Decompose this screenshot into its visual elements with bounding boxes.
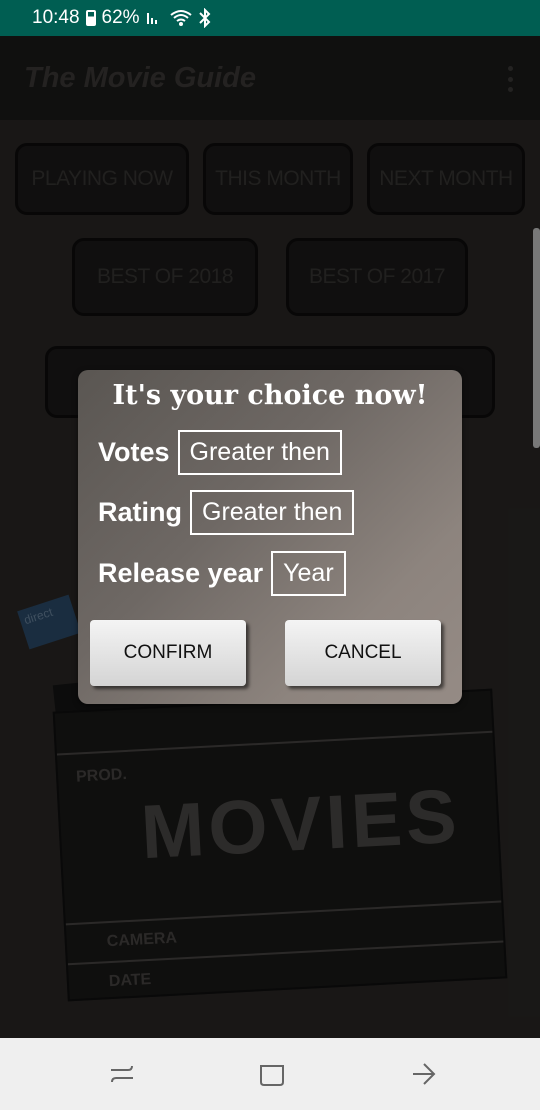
votes-row: Votes Greater then bbox=[98, 430, 342, 475]
battery-percent: 62% bbox=[101, 7, 140, 28]
back-icon[interactable] bbox=[410, 1060, 438, 1088]
dialog-title: It's your choice now! bbox=[112, 380, 428, 411]
release-year-label: Release year bbox=[98, 558, 264, 588]
rating-row: Rating Greater then bbox=[98, 490, 355, 535]
navigation-bar bbox=[0, 1038, 540, 1110]
release-year-input[interactable]: Year bbox=[271, 551, 346, 596]
cancel-button[interactable]: CANCEL bbox=[285, 620, 441, 686]
bluetooth-icon bbox=[198, 8, 212, 28]
recent-apps-icon[interactable] bbox=[108, 1060, 136, 1088]
battery-icon bbox=[85, 10, 96, 26]
signal-icon bbox=[146, 10, 164, 26]
filter-dialog: It's your choice now! Votes Greater then… bbox=[78, 370, 462, 704]
status-bar: 10:48 62% bbox=[0, 0, 540, 36]
rating-input[interactable]: Greater then bbox=[190, 490, 355, 535]
home-icon[interactable] bbox=[258, 1060, 286, 1088]
votes-input[interactable]: Greater then bbox=[177, 430, 342, 475]
rating-label: Rating bbox=[98, 497, 182, 527]
confirm-button[interactable]: CONFIRM bbox=[90, 620, 246, 686]
clock: 10:48 bbox=[32, 7, 80, 28]
release-year-row: Release year Year bbox=[98, 551, 346, 596]
votes-label: Votes bbox=[98, 437, 170, 467]
wifi-icon bbox=[169, 9, 192, 27]
